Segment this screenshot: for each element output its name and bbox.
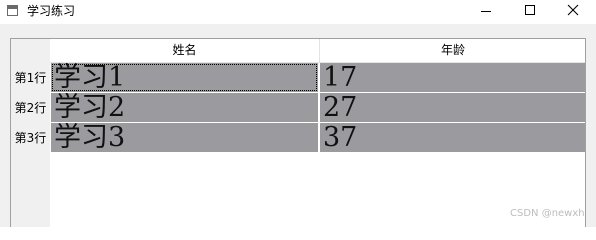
window-app-icon bbox=[7, 5, 18, 16]
window-title: 学习练习 bbox=[27, 4, 76, 18]
window-client-area: 姓名 年龄 第1行 第2行 第3行 学习1 17 学习2 27 学习3 37 bbox=[0, 24, 596, 227]
minimize-button[interactable] bbox=[464, 0, 509, 24]
column-header-age[interactable]: 年龄 bbox=[320, 39, 585, 63]
data-table[interactable]: 姓名 年龄 第1行 第2行 第3行 学习1 17 学习2 27 学习3 37 bbox=[10, 38, 586, 227]
watermark-text: CSDN @newxh bbox=[510, 208, 585, 219]
maximize-button[interactable] bbox=[508, 0, 553, 24]
table-cell-age[interactable]: 17 bbox=[320, 63, 585, 92]
table-cell-age[interactable]: 27 bbox=[320, 93, 585, 122]
title-bar[interactable]: 学习练习 bbox=[0, 0, 596, 24]
row-header-3[interactable]: 第3行 bbox=[11, 123, 50, 153]
table-cell-name[interactable]: 学习1 bbox=[51, 63, 318, 92]
maximize-icon bbox=[525, 5, 535, 15]
close-icon bbox=[567, 4, 579, 16]
row-header-1[interactable]: 第1行 bbox=[11, 63, 50, 93]
table-cell-age[interactable]: 37 bbox=[320, 123, 585, 152]
close-button[interactable] bbox=[551, 0, 596, 24]
minimize-icon bbox=[481, 11, 491, 12]
table-cell-name[interactable]: 学习2 bbox=[51, 93, 318, 122]
row-header-2[interactable]: 第2行 bbox=[11, 93, 50, 123]
column-header-name[interactable]: 姓名 bbox=[50, 39, 320, 63]
table-cell-name[interactable]: 学习3 bbox=[51, 123, 318, 152]
table-corner-button[interactable] bbox=[11, 39, 50, 63]
